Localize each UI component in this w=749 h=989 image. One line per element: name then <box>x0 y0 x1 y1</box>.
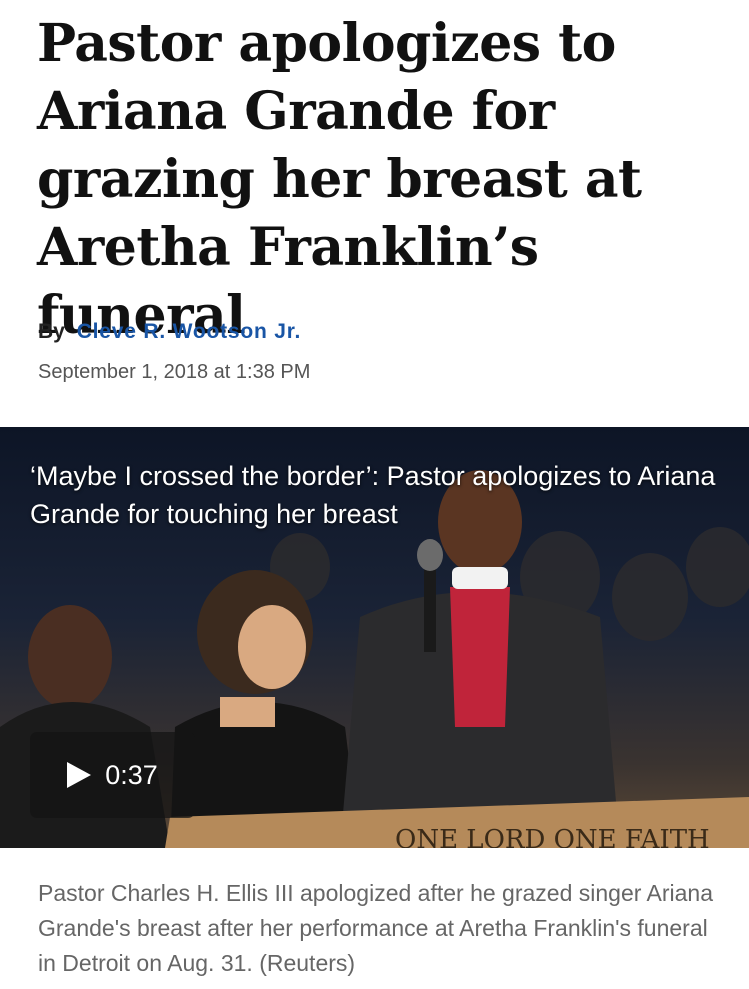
video-caption: Pastor Charles H. Ellis III apologized a… <box>38 880 714 976</box>
byline: By Cleve R. Wootson Jr. <box>38 320 301 344</box>
author-link[interactable]: Cleve R. Wootson Jr. <box>77 320 302 343</box>
publish-date: September 1, 2018 at 1:38 PM <box>38 361 311 383</box>
byline-prefix: By <box>38 320 65 343</box>
article-page: Pastor apologizes to Ariana Grande for g… <box>0 0 749 989</box>
video-title: ‘Maybe I crossed the border’: Pastor apo… <box>30 461 716 529</box>
play-icon <box>67 762 92 788</box>
video-duration: 0:37 <box>105 759 158 790</box>
play-button[interactable]: 0:37 <box>30 732 195 818</box>
headline: Pastor apologizes to Ariana Grande for g… <box>37 13 642 346</box>
podium-text: ONE LORD ONE FAITH <box>395 825 710 848</box>
video-player[interactable]: ONE LORD ONE FAITH ‘Maybe I crossed the … <box>0 427 749 848</box>
